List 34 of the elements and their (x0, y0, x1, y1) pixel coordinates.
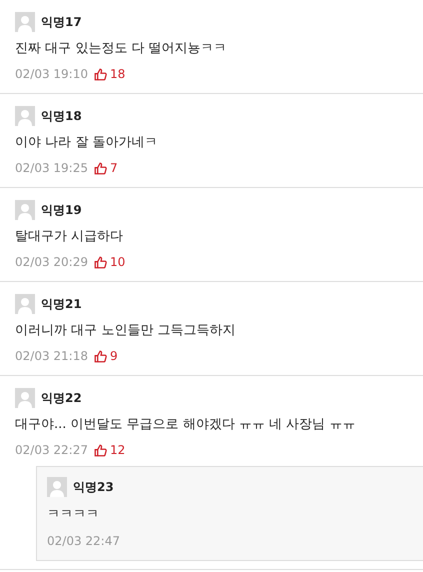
like-count[interactable]: 18 (110, 66, 126, 82)
timestamp: 02/03 19:25 (15, 160, 88, 176)
timestamp: 02/03 22:27 (15, 442, 88, 458)
author-name: 익명21 (41, 296, 82, 313)
avatar-icon (15, 294, 35, 314)
comment-text: 진짜 대구 있는정도 다 떨어지뇽ㅋㅋ (15, 40, 228, 58)
thumbs-up-icon (94, 444, 107, 456)
author-name: 익명18 (41, 108, 82, 125)
author-name: 익명22 (41, 390, 82, 407)
comment-text: ㅋㅋㅋㅋ (47, 506, 100, 524)
comment-text: 대구야... 이번달도 무급으로 해야겠다 ㅠㅠ 네 사장님 ㅠㅠ (15, 416, 356, 434)
author-name: 익명17 (41, 14, 82, 31)
thumbs-up-icon (94, 68, 107, 80)
avatar-icon (15, 200, 35, 220)
like-count[interactable]: 12 (110, 442, 126, 458)
comment-text: 이러니까 대구 노인들만 그득그득하지 (15, 322, 236, 340)
comment-text: 탈대구가 시급하다 (15, 228, 124, 246)
timestamp: 02/03 19:10 (15, 66, 88, 82)
author-name: 익명23 (73, 479, 114, 496)
thumbs-up-icon (94, 162, 107, 174)
timestamp: 02/03 20:29 (15, 254, 88, 270)
timestamp: 02/03 22:47 (47, 533, 120, 549)
thumbs-up-icon (94, 256, 107, 268)
like-count[interactable]: 9 (110, 348, 118, 364)
avatar-icon (15, 12, 35, 32)
like-count[interactable]: 10 (110, 254, 126, 270)
avatar-icon (47, 477, 67, 497)
comment-text: 이야 나라 잘 돌아가네ㅋ (15, 134, 158, 152)
avatar-icon (15, 106, 35, 126)
thumbs-up-icon (94, 350, 107, 362)
like-count[interactable]: 7 (110, 160, 118, 176)
timestamp: 02/03 21:18 (15, 348, 88, 364)
avatar-icon (15, 388, 35, 408)
author-name: 익명19 (41, 202, 82, 219)
